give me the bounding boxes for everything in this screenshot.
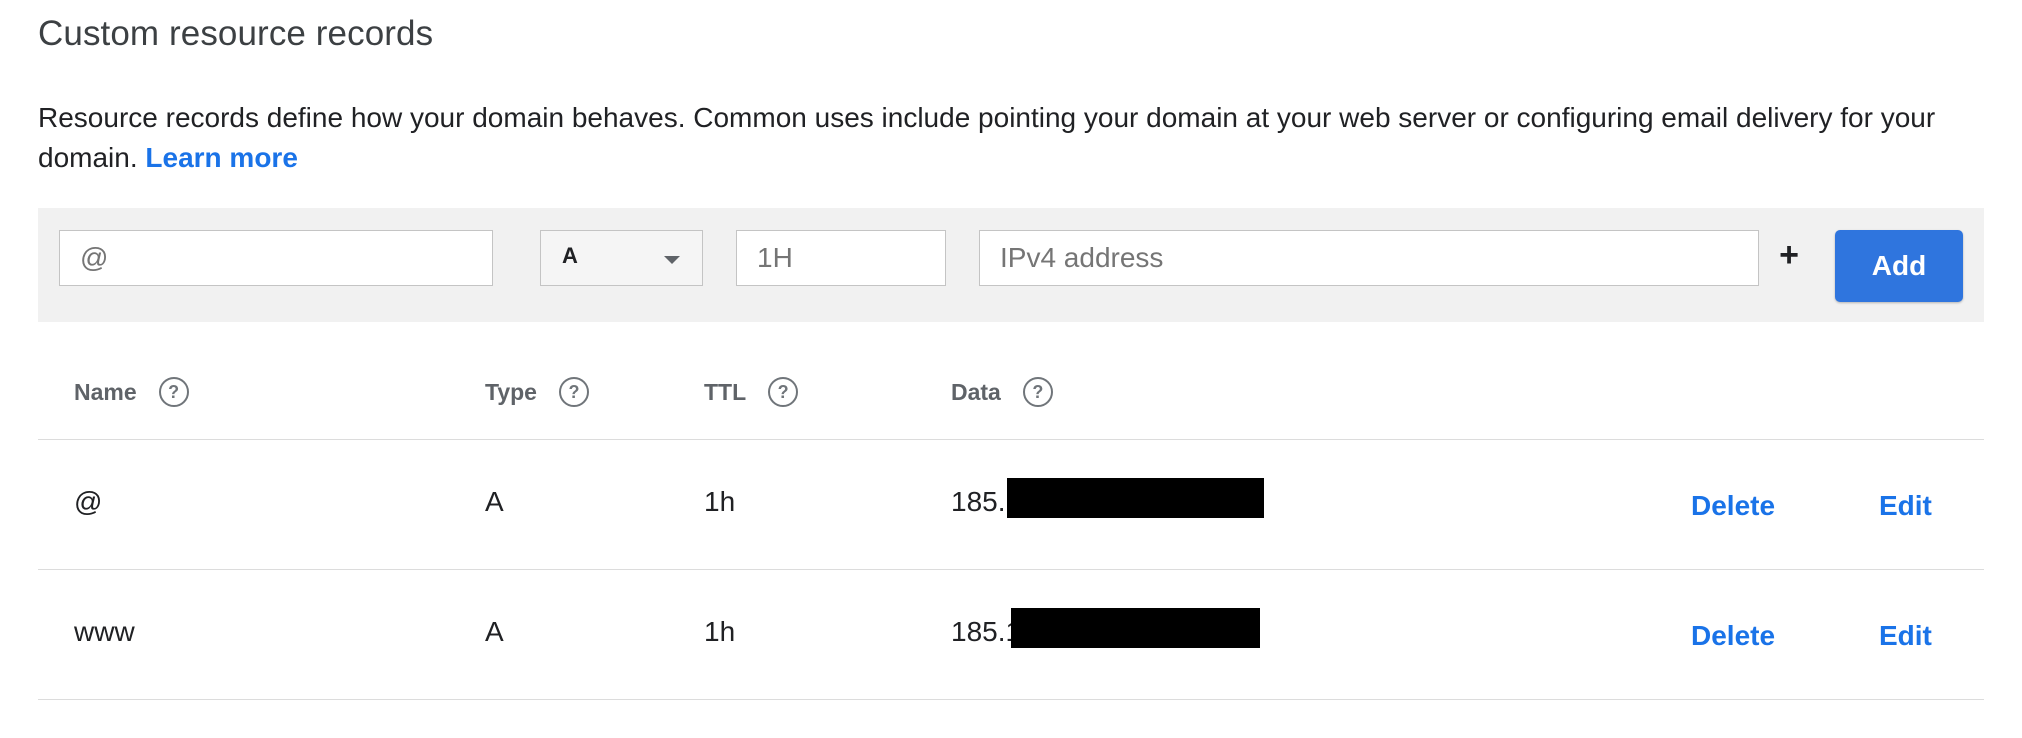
section-title: Custom resource records: [38, 14, 434, 53]
type-help-icon[interactable]: ?: [558, 377, 589, 407]
column-header-ttl-label: TTL: [704, 378, 747, 405]
redaction-block: [1007, 478, 1264, 518]
type-select[interactable]: A: [540, 230, 703, 286]
record-name: www: [74, 616, 135, 647]
record-data: 185.: [951, 486, 1006, 517]
record-type: A: [485, 486, 504, 517]
add-record-form: A + Add: [38, 208, 1984, 322]
record-ttl: 1h: [704, 486, 736, 517]
column-header-ttl: TTL ?: [704, 377, 799, 407]
redaction-block: [1011, 608, 1260, 648]
ttl-help-icon[interactable]: ?: [768, 377, 799, 407]
add-more-plus-icon[interactable]: +: [1774, 235, 1804, 275]
custom-records-panel: Custom resource records Resource records…: [0, 0, 2022, 738]
table-divider: [38, 439, 1984, 440]
delete-record-link[interactable]: Delete: [1691, 488, 1775, 524]
record-ttl: 1h: [704, 616, 736, 647]
data-input[interactable]: [979, 230, 1759, 286]
column-header-name-label: Name: [74, 378, 137, 405]
data-help-icon[interactable]: ?: [1022, 377, 1053, 407]
record-type: A: [485, 616, 504, 647]
edit-record-link[interactable]: Edit: [1879, 488, 1932, 524]
table-divider: [38, 699, 1984, 700]
column-header-type: Type ?: [485, 377, 589, 407]
column-header-data: Data ?: [951, 377, 1053, 407]
description-text: Resource records define how your domain …: [38, 102, 1936, 173]
type-select-value: A: [562, 243, 578, 268]
column-header-type-label: Type: [485, 378, 537, 405]
section-description: Resource records define how your domain …: [38, 98, 1998, 178]
column-header-data-label: Data: [951, 378, 1001, 405]
column-header-name: Name ?: [74, 377, 189, 407]
delete-record-link[interactable]: Delete: [1691, 618, 1775, 654]
table-divider: [38, 569, 1984, 570]
record-name: @: [74, 486, 103, 517]
dropdown-caret-icon: [664, 256, 680, 264]
edit-record-link[interactable]: Edit: [1879, 618, 1932, 654]
ttl-input[interactable]: [736, 230, 946, 286]
name-input[interactable]: [59, 230, 493, 286]
name-help-icon[interactable]: ?: [158, 377, 189, 407]
add-button[interactable]: Add: [1835, 230, 1963, 302]
learn-more-link[interactable]: Learn more: [145, 142, 298, 173]
